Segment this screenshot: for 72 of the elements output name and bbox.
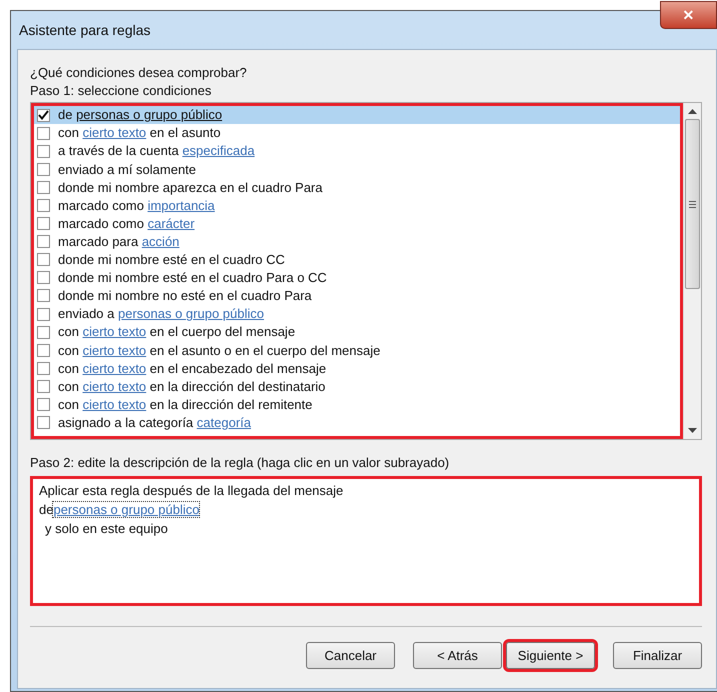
condition-text: marcado como xyxy=(58,216,145,231)
value-link[interactable]: cierto texto xyxy=(82,125,146,140)
value-link[interactable]: importancia xyxy=(148,198,215,213)
checkbox[interactable] xyxy=(37,289,50,302)
checkbox[interactable] xyxy=(37,108,50,122)
window-title: Asistente para reglas xyxy=(19,20,151,40)
question-label: ¿Qué condiciones desea comprobar? xyxy=(30,65,247,80)
dialog-button[interactable]: Cancelar xyxy=(306,642,395,669)
condition-text: en la dirección del destinatario xyxy=(148,378,326,394)
condition-text: asignado a la categoría xyxy=(58,414,194,430)
close-button[interactable]: ✕ xyxy=(660,1,717,29)
checkbox[interactable] xyxy=(37,253,50,266)
condition-text: marcado para xyxy=(58,234,140,249)
scroll-down-icon[interactable] xyxy=(688,428,697,434)
checkbox[interactable] xyxy=(37,344,50,357)
description-text: Aplicar esta regla después de la llegada del mensaje xyxy=(39,483,344,498)
value-link[interactable]: personas o grupo público xyxy=(76,107,222,122)
checkbox[interactable] xyxy=(37,416,50,430)
checkbox[interactable] xyxy=(37,308,50,321)
condition-text: donde mi nombre aparezca en el cuadro Para xyxy=(58,180,322,195)
checkbox[interactable] xyxy=(37,380,50,393)
condition-text: con xyxy=(58,396,80,412)
scroll-thumb[interactable] xyxy=(685,119,700,289)
condition-text: con xyxy=(58,360,80,376)
condition-text: donde mi nombre esté en el cuadro Para o CC xyxy=(58,270,327,286)
value-link[interactable]: categoría xyxy=(196,414,251,430)
value-link[interactable]: carácter xyxy=(148,216,195,231)
value-link[interactable]: cierto texto xyxy=(82,324,146,340)
checkbox[interactable] xyxy=(37,362,50,375)
condition-text: con xyxy=(58,378,80,394)
checkbox[interactable] xyxy=(37,144,50,158)
value-link[interactable]: cierto texto xyxy=(82,342,146,358)
step-label: Paso 2: edite la descripción de la regla (haga clic en un valor subrayado) xyxy=(30,455,450,470)
condition-text: de xyxy=(58,107,74,122)
scroll-up-icon[interactable] xyxy=(688,109,697,115)
condition-text: con xyxy=(58,324,80,340)
condition-text: en el asunto o en el cuerpo del mensaje xyxy=(148,342,380,358)
checkbox[interactable] xyxy=(37,126,50,140)
dialog-button[interactable]: < Atrás xyxy=(413,642,502,669)
value-link[interactable]: acción xyxy=(142,234,180,249)
value-link[interactable]: personas o grupo público xyxy=(118,306,264,322)
checkbox[interactable] xyxy=(37,180,50,194)
checkbox[interactable] xyxy=(37,271,50,284)
condition-text: en la dirección del remitente xyxy=(148,396,312,412)
condition-text: enviado a mí solamente xyxy=(58,162,196,177)
value-link[interactable]: cierto texto xyxy=(82,360,146,376)
scrollbar[interactable] xyxy=(683,103,701,439)
description-text: de xyxy=(39,502,54,517)
checkbox[interactable] xyxy=(37,235,50,248)
condition-text: con xyxy=(58,125,80,140)
checkbox[interactable] xyxy=(37,217,50,230)
condition-text: en el cuerpo del mensaje xyxy=(148,324,296,340)
condition-text: donde mi nombre no esté en el cuadro Para xyxy=(58,288,312,304)
description-text: y solo en este equipo xyxy=(45,521,168,536)
condition-text: con xyxy=(58,342,80,358)
value-link[interactable]: cierto texto xyxy=(82,396,146,412)
checkbox[interactable] xyxy=(37,162,50,176)
value-link[interactable]: cierto texto xyxy=(82,378,146,394)
value-link[interactable]: especificada xyxy=(182,143,255,158)
condition-text: en el asunto xyxy=(148,125,221,140)
step-label: Paso 1: seleccione condiciones xyxy=(30,83,212,98)
checkbox[interactable] xyxy=(37,398,50,412)
condition-text: donde mi nombre esté en el cuadro CC xyxy=(58,252,285,268)
checkbox[interactable] xyxy=(37,199,50,212)
condition-text: marcado como xyxy=(58,198,145,213)
checkbox[interactable] xyxy=(37,326,50,339)
dialog-button[interactable]: Siguiente > xyxy=(506,642,595,669)
condition-text: enviado a xyxy=(58,306,116,322)
condition-text: a través de la cuenta xyxy=(58,143,180,158)
dialog-button[interactable]: Finalizar xyxy=(613,642,702,669)
value-link[interactable]: personas o grupo público xyxy=(53,502,200,517)
condition-text: en el encabezado del mensaje xyxy=(148,360,326,376)
